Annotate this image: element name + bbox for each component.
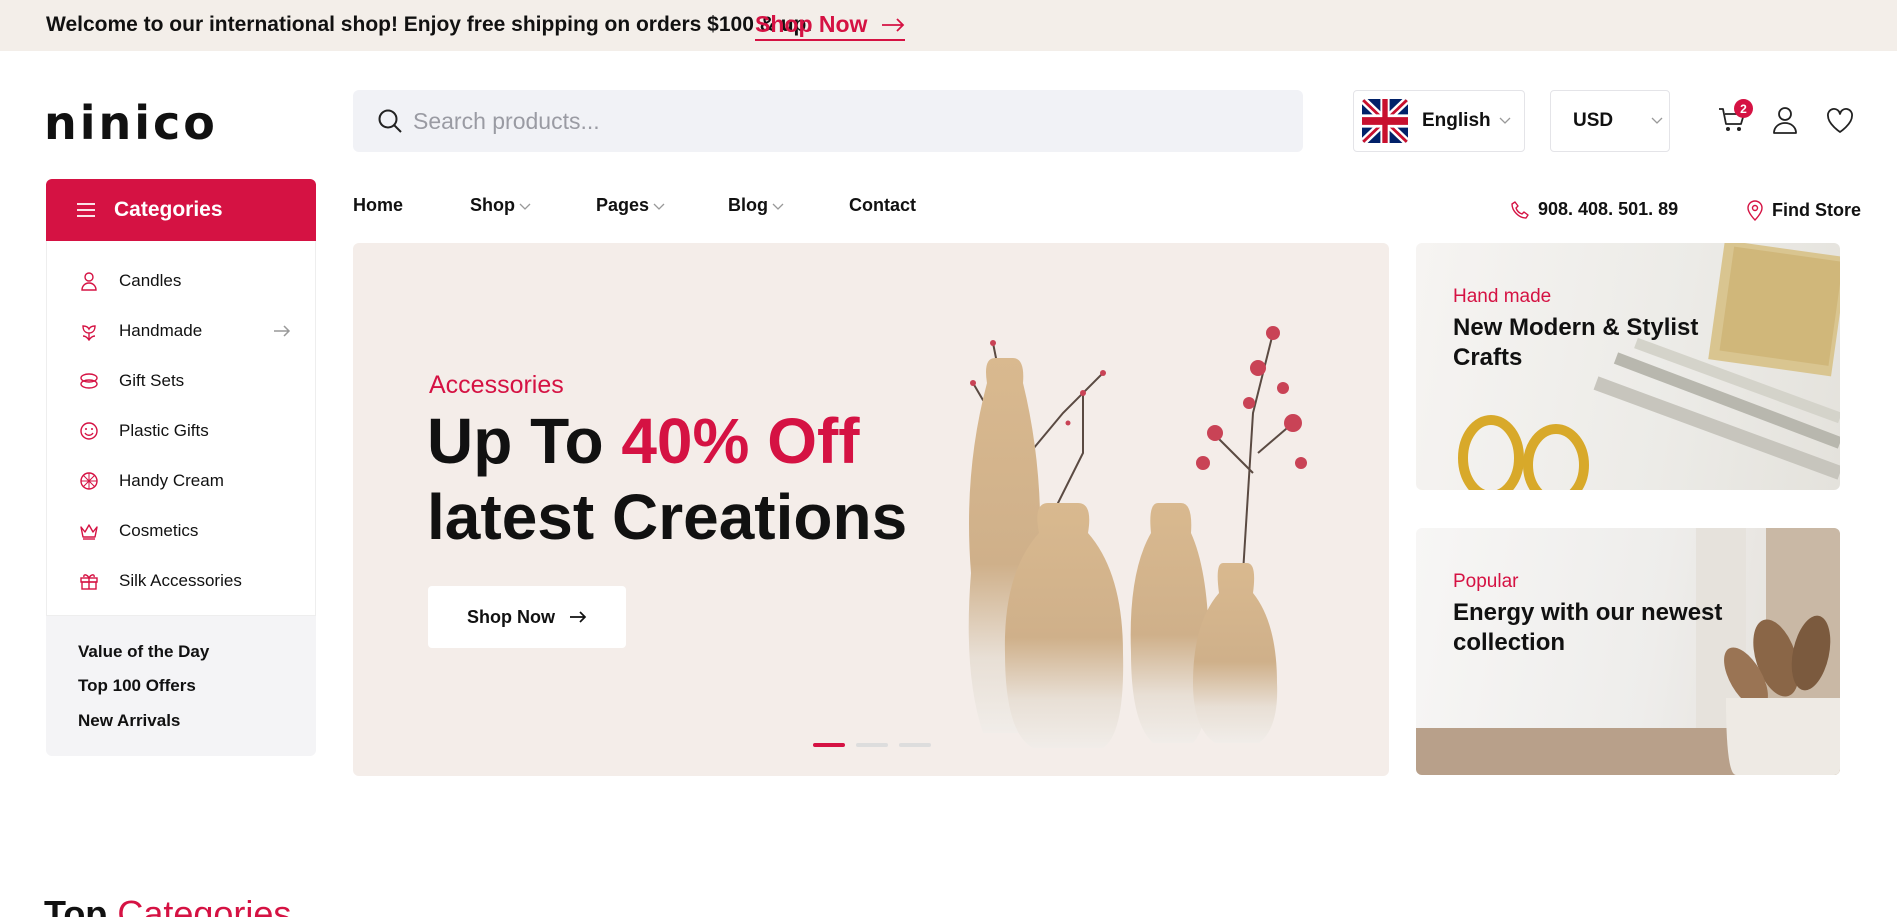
- category-item-silk-accessories[interactable]: Silk Accessories: [79, 566, 309, 596]
- hero-slider: Accessories Up To 40% Off latest Creatio…: [353, 243, 1389, 776]
- category-item-plastic-gifts[interactable]: Plastic Gifts: [79, 416, 309, 446]
- search-bar[interactable]: [353, 90, 1303, 152]
- slider-dot[interactable]: [899, 743, 931, 747]
- nav-shop-label: Shop: [470, 195, 515, 215]
- nav-contact-label: Contact: [849, 195, 916, 215]
- menu-icon: [77, 203, 95, 217]
- person-icon: [81, 272, 97, 291]
- nav-pages[interactable]: Pages: [596, 195, 665, 216]
- category-item-handmade[interactable]: Handmade: [79, 316, 309, 346]
- banner-eyebrow: Popular: [1453, 571, 1519, 592]
- category-label: Candles: [119, 271, 182, 290]
- map-pin-icon: [1747, 200, 1763, 221]
- top-categories-heading: Top Categories: [44, 893, 291, 917]
- announcement-text: Welcome to our international shop! Enjoy…: [46, 13, 813, 36]
- promo-banner-popular[interactable]: Popular Energy with our newest collectio…: [1416, 528, 1840, 775]
- nav-shop[interactable]: Shop: [470, 195, 531, 216]
- slider-dot-active[interactable]: [813, 743, 845, 747]
- banner-title: New Modern & Stylist Crafts: [1453, 314, 1699, 371]
- search-icon: [378, 109, 402, 133]
- smile-icon: [80, 422, 98, 440]
- gift-icon: [80, 574, 98, 590]
- language-label: English: [1422, 110, 1491, 131]
- category-quick-links: Value of the Day Top 100 Offers New Arri…: [46, 616, 316, 756]
- search-input[interactable]: [413, 107, 1293, 135]
- chevron-down-icon: [653, 203, 665, 210]
- phone-number: 908. 408. 501. 89: [1538, 199, 1679, 219]
- find-store-label: Find Store: [1772, 199, 1861, 220]
- topbar-shop-now-link[interactable]: Shop Now: [755, 11, 906, 41]
- promo-banner-handmade[interactable]: Hand made New Modern & Stylist Crafts: [1416, 243, 1840, 490]
- arrow-right-icon: [274, 325, 291, 337]
- category-label: Handmade: [119, 321, 203, 340]
- find-store-link[interactable]: Find Store: [1746, 199, 1861, 221]
- nav-pages-label: Pages: [596, 195, 650, 215]
- category-item-candles[interactable]: Candles: [79, 266, 309, 296]
- slider-dot[interactable]: [856, 743, 888, 747]
- category-label: Plastic Gifts: [119, 421, 209, 440]
- category-item-handy-cream[interactable]: Handy Cream: [79, 466, 309, 496]
- crown-icon: [80, 524, 98, 540]
- categories-title: Categories: [114, 198, 223, 221]
- chevron-down-icon: [519, 203, 531, 210]
- hero-title-prefix: Up To: [427, 405, 622, 477]
- arrow-right-icon: [882, 17, 905, 32]
- nav-home-label: Home: [353, 195, 404, 215]
- topbar-shop-now-label: Shop Now: [755, 11, 868, 37]
- user-account-icon[interactable]: [1770, 105, 1800, 135]
- nav-blog-label: Blog: [728, 195, 768, 215]
- ball-icon: [80, 472, 98, 490]
- banner-eyebrow: Hand made: [1453, 286, 1552, 307]
- hero-shop-now-button[interactable]: Shop Now: [428, 586, 626, 648]
- value-of-the-day-link[interactable]: Value of the Day: [78, 642, 209, 662]
- arrow-right-icon: [570, 611, 587, 623]
- hero-title-accent: 40% Off: [621, 405, 860, 477]
- language-selector[interactable]: English: [1353, 90, 1525, 152]
- site-logo[interactable]: ninico: [44, 97, 218, 149]
- categories-list: Candles Handmade Gift Sets Plastic Gifts…: [46, 241, 316, 616]
- chevron-down-icon: [772, 203, 784, 210]
- phone-icon: [1511, 200, 1529, 219]
- phone-contact[interactable]: 908. 408. 501. 89: [1510, 199, 1678, 220]
- currency-selector[interactable]: USD: [1550, 90, 1670, 152]
- category-item-gift-sets[interactable]: Gift Sets: [79, 366, 309, 396]
- categories-header[interactable]: Categories: [46, 179, 316, 241]
- ring-icon: [80, 373, 98, 389]
- banner-title: Energy with our newest collection: [1453, 599, 1723, 656]
- chevron-down-icon: [1651, 117, 1663, 124]
- hero-button-label: Shop Now: [467, 606, 555, 627]
- flower-icon: [82, 325, 96, 341]
- currency-label: USD: [1573, 110, 1614, 131]
- category-label: Silk Accessories: [119, 571, 242, 590]
- cart-count-badge: 2: [1734, 99, 1753, 118]
- new-arrivals-link[interactable]: New Arrivals: [78, 711, 180, 731]
- hero-eyebrow: Accessories: [429, 371, 564, 399]
- hero-title-line2: latest Creations: [427, 481, 908, 553]
- uk-flag-icon: [1362, 99, 1408, 143]
- wishlist-heart-icon[interactable]: [1825, 106, 1855, 136]
- category-item-cosmetics[interactable]: Cosmetics: [79, 516, 309, 546]
- hero-title: Up To 40% Off latest Creations: [427, 403, 907, 555]
- nav-home[interactable]: Home: [353, 195, 403, 216]
- category-label: Gift Sets: [119, 371, 185, 390]
- vases-image: [968, 326, 1307, 748]
- section-title-accent: Categories: [117, 893, 292, 917]
- category-label: Handy Cream: [119, 471, 224, 490]
- chevron-down-icon: [1499, 117, 1511, 124]
- top-100-offers-link[interactable]: Top 100 Offers: [78, 676, 196, 696]
- nav-contact[interactable]: Contact: [849, 195, 916, 216]
- category-label: Cosmetics: [119, 521, 199, 540]
- section-title-main: Top: [44, 893, 108, 917]
- nav-blog[interactable]: Blog: [728, 195, 784, 216]
